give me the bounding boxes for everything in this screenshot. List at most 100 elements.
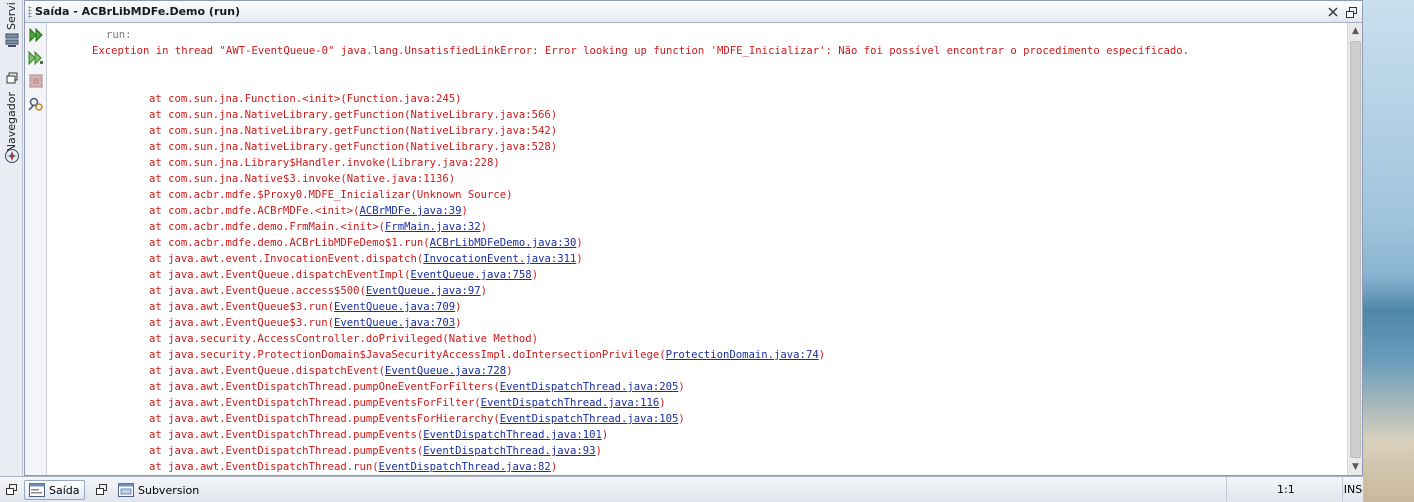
output-line-suffix: )	[576, 253, 583, 265]
output-line-suffix: )	[818, 349, 826, 361]
navigator-tab[interactable]: Navegador	[0, 92, 23, 152]
output-line-text: at java.awt.EventQueue.dispatchEvent(	[149, 365, 385, 377]
output-line: at java.awt.EventDispatchThread.pumpOneE…	[149, 379, 685, 395]
output-line: at java.awt.EventDispatchThread.run(Even…	[149, 459, 557, 475]
source-link[interactable]: EventDispatchThread.java:93	[423, 445, 595, 457]
output-line: at java.awt.EventQueue$3.run(EventQueue.…	[149, 299, 462, 315]
output-line: Exception in thread "AWT-EventQueue-0" j…	[92, 43, 1189, 59]
output-line: at java.security.ProtectionDomain$JavaSe…	[149, 347, 825, 363]
restore-window-icon[interactable]	[6, 484, 17, 495]
output-line: run:	[106, 27, 132, 43]
output-tab[interactable]: Saída	[24, 480, 85, 500]
output-window-icon	[29, 483, 45, 497]
output-line-suffix: )	[455, 317, 462, 329]
rerun-with-params-icon[interactable]	[28, 50, 44, 66]
output-line: at java.awt.EventDispatchThread.pumpEven…	[149, 443, 602, 459]
output-line-suffix: )	[480, 285, 488, 297]
close-button[interactable]	[1325, 4, 1341, 20]
output-line: at com.acbr.mdfe.demo.ACBrLibMDFeDemo$1.…	[149, 235, 583, 251]
vertical-scrollbar[interactable]: ▲ ▼	[1347, 23, 1362, 475]
output-line-text: at java.awt.EventQueue.access$500(	[149, 285, 366, 297]
services-icon-button[interactable]	[0, 32, 23, 48]
output-line-text: run:	[106, 29, 132, 41]
source-link[interactable]: EventQueue.java:97	[366, 285, 481, 297]
source-link[interactable]: EventQueue.java:728	[385, 365, 506, 377]
rerun-icon[interactable]	[28, 27, 44, 43]
output-tab-label: Saída	[49, 483, 80, 497]
output-line-text: at java.awt.EventQueue$3.run(	[149, 301, 334, 313]
scrollbar-thumb[interactable]	[1350, 41, 1361, 458]
navigator-tab-label: Navegador	[5, 92, 18, 153]
output-line-text: at com.sun.jna.NativeLibrary.getFunction…	[149, 109, 558, 121]
output-line: at com.acbr.mdfe.demo.FrmMain.<init>(Frm…	[149, 219, 487, 235]
output-line: at java.awt.EventQueue.access$500(EventQ…	[149, 283, 487, 299]
output-window: Saída - ACBrLibMDFe.Demo (run) run: Exce…	[24, 0, 1363, 476]
output-line: at java.awt.EventQueue$3.run(EventQueue.…	[149, 315, 462, 331]
services-tab[interactable]: Serviços	[0, 2, 23, 30]
output-line-text: at com.acbr.mdfe.ACBrMDFe.<init>(	[149, 205, 360, 217]
output-line-text: at java.awt.EventDispatchThread.pumpOneE…	[149, 381, 500, 393]
maximize-button[interactable]	[1343, 4, 1359, 20]
output-line: at java.awt.EventDispatchThread.pumpEven…	[149, 427, 608, 443]
output-line-suffix: )	[461, 205, 468, 217]
source-link[interactable]: EventDispatchThread.java:105	[500, 413, 679, 425]
output-line-suffix: )	[595, 445, 602, 457]
source-link[interactable]: EventQueue.java:709	[334, 301, 455, 313]
source-link[interactable]: ACBrLibMDFeDemo.java:30	[430, 237, 577, 249]
output-line-text: at com.sun.jna.NativeLibrary.getFunction…	[149, 141, 558, 153]
insert-mode-indicator: INS	[1342, 477, 1363, 502]
source-link[interactable]: InvocationEvent.java:311	[423, 253, 576, 265]
output-text-area[interactable]: run: Exception in thread "AWT-EventQueue-…	[48, 23, 1347, 475]
source-link[interactable]: EventDispatchThread.java:205	[500, 381, 679, 393]
output-line-text: at com.sun.jna.Native$3.invoke(Native.ja…	[149, 173, 456, 185]
output-line: at java.awt.EventQueue.dispatchEventImpl…	[149, 267, 538, 283]
output-line-suffix: )	[678, 381, 685, 393]
output-line-suffix: )	[601, 429, 609, 441]
navigator-icon-button[interactable]	[0, 148, 23, 164]
output-line: at com.sun.jna.NativeLibrary.getFunction…	[149, 107, 557, 123]
status-bar: Saída Subversion 1:1 INS	[0, 476, 1363, 502]
cursor-position: 1:1	[1226, 477, 1342, 502]
settings-icon[interactable]	[28, 96, 44, 112]
restore-window-icon	[1345, 6, 1357, 18]
output-line-suffix: )	[480, 221, 488, 233]
source-link[interactable]: EventQueue.java:703	[334, 317, 455, 329]
output-line-text: at java.security.AccessController.doPriv…	[149, 333, 539, 345]
output-line: at com.sun.jna.Function.<init>(Function.…	[149, 91, 462, 107]
output-line-text: at com.sun.jna.NativeLibrary.getFunction…	[149, 125, 558, 137]
output-line: at com.sun.jna.NativeLibrary.getFunction…	[149, 139, 557, 155]
close-icon	[1328, 7, 1338, 17]
source-link[interactable]: ProtectionDomain.java:74	[666, 349, 819, 361]
output-line-suffix: )	[678, 413, 685, 425]
output-line-text: at com.acbr.mdfe.demo.ACBrLibMDFeDemo$1.…	[149, 237, 430, 249]
source-link[interactable]: ACBrMDFe.java:39	[359, 205, 461, 217]
source-link[interactable]: EventQueue.java:758	[411, 269, 532, 281]
output-line-suffix: )	[455, 301, 462, 313]
scroll-down-arrow-icon[interactable]: ▼	[1348, 459, 1363, 475]
source-link[interactable]: FrmMain.java:32	[385, 221, 481, 233]
server-icon	[5, 33, 18, 47]
scroll-up-arrow-icon[interactable]: ▲	[1348, 23, 1363, 39]
output-line-text: at java.awt.event.InvocationEvent.dispat…	[149, 253, 424, 265]
source-link[interactable]: EventDispatchThread.java:101	[423, 429, 602, 441]
drag-grip-icon[interactable]	[28, 6, 32, 18]
subversion-tab[interactable]: Subversion	[114, 480, 203, 500]
navigator-restore-button[interactable]	[0, 70, 23, 86]
output-line-suffix: )	[576, 237, 583, 249]
output-line-text: at java.awt.EventDispatchThread.run(	[149, 461, 379, 473]
source-link[interactable]: EventDispatchThread.java:82	[379, 461, 551, 473]
output-line: at com.sun.jna.Native$3.invoke(Native.ja…	[149, 171, 455, 187]
output-line: at com.sun.jna.Library$Handler.invoke(Li…	[149, 155, 500, 171]
output-line-text: at java.awt.EventDispatchThread.pumpEven…	[149, 397, 481, 409]
source-link[interactable]: EventDispatchThread.java:116	[481, 397, 660, 409]
output-window-titlebar[interactable]: Saída - ACBrLibMDFe.Demo (run)	[25, 1, 1362, 23]
compass-icon	[4, 149, 19, 163]
output-line-text: at java.awt.EventDispatchThread.pumpEven…	[149, 429, 424, 441]
output-line: at java.awt.EventDispatchThread.pumpEven…	[149, 395, 666, 411]
output-line-text: at java.awt.EventQueue.dispatchEventImpl…	[149, 269, 411, 281]
output-line-suffix: )	[506, 365, 513, 377]
output-line-text: at java.awt.EventDispatchThread.pumpEven…	[149, 413, 500, 425]
restore-window-icon[interactable]	[96, 484, 107, 495]
output-line-text: at com.acbr.mdfe.demo.FrmMain.<init>(	[149, 221, 385, 233]
stop-icon[interactable]	[28, 73, 44, 89]
